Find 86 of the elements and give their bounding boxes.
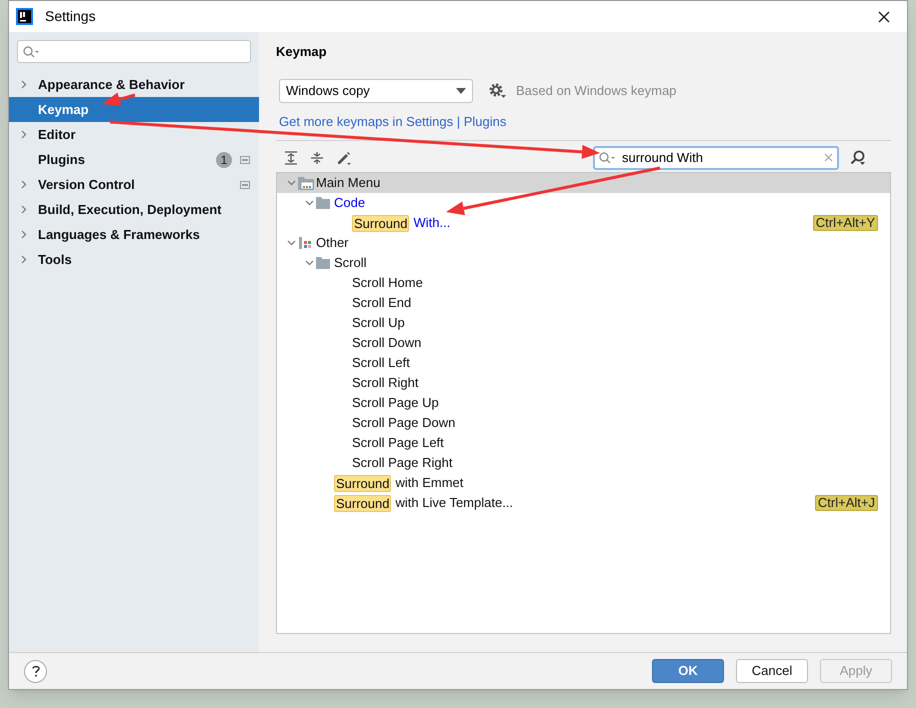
tree-row[interactable]: Scroll Home [277,273,890,293]
keymap-dropdown[interactable]: Windows copy [279,79,473,103]
sidebar-item[interactable]: Version Control [9,172,259,197]
tree-label: Scroll Page Left [352,434,444,452]
tree-row[interactable]: Code [277,193,890,213]
tree-row[interactable]: Scroll Page Right [277,453,890,473]
tree-label: Other [316,234,349,252]
chevron-down-icon[interactable] [304,260,314,266]
expand-all-icon[interactable] [284,150,298,164]
count-badge: 1 [216,152,232,168]
tree-row[interactable]: Scroll Page Up [277,393,890,413]
tree-label: with Live Template... [395,494,514,512]
caret-icon [456,88,466,94]
annotation-arrow [102,92,136,106]
tree-row[interactable]: Scroll End [277,293,890,313]
shortcut-badge: Ctrl+Alt+Y [812,215,878,231]
chevron-icon [20,130,26,139]
dialog-button[interactable]: Cancel [736,659,808,683]
tree-label: Scroll Page Down [352,414,456,432]
tree-row[interactable]: Scroll [277,253,890,273]
grid-icon [298,236,314,250]
app-icon [16,8,33,25]
folder-icon [316,257,330,269]
project-level-icon [240,156,250,164]
sidebar-item[interactable]: Editor [9,122,259,147]
tree-label: With... [413,214,450,232]
dialog-button[interactable]: OK [652,659,724,683]
tree-label: Main Menu [316,174,380,192]
chevron-icon [20,80,26,89]
chevron-icon [20,230,26,239]
project-level-icon [240,180,250,188]
sidebar-item[interactable]: Build, Execution, Deployment [9,197,259,222]
panel-title: Keymap [276,44,328,60]
shortcut-badge: Ctrl+Alt+J [814,495,878,511]
plugins-link[interactable]: Get more keymaps in Settings | Plugins [279,112,506,128]
find-shortcut-icon[interactable] [850,150,866,166]
tree-label: Scroll Page Right [352,454,452,472]
gear-icon[interactable] [489,83,506,99]
sidebar-item[interactable]: Tools [9,247,259,272]
collapse-all-icon[interactable] [310,150,324,164]
tree-label: Scroll End [352,294,412,312]
based-on-label: Based on Windows keymap [516,82,676,100]
question-icon [32,665,40,677]
pencil-icon[interactable] [336,150,352,166]
menu-folder-icon [298,176,314,190]
chevron-down-icon[interactable] [286,240,296,246]
help-button[interactable] [24,660,47,682]
search-field[interactable]: surround With [593,146,839,170]
sidebar-item[interactable]: Languages & Frameworks [9,222,259,247]
search-icon [599,152,616,164]
search-icon [23,46,39,58]
close-icon[interactable] [878,10,890,22]
tree-label: Scroll Down [352,334,422,352]
search-field[interactable] [17,40,251,63]
sidebar-item[interactable]: Plugins 1 [9,147,259,172]
search-match: Surround [352,214,410,232]
tree-label: Scroll Page Up [352,394,439,412]
search-match: Surround [334,494,392,512]
tree-row[interactable]: Scroll Down [277,333,890,353]
tree-row[interactable]: Scroll Right [277,373,890,393]
tree-label: Scroll Home [352,274,423,292]
tree-row[interactable]: Scroll Up [277,313,890,333]
tree-row[interactable]: Surround with Emmet [277,473,890,493]
folder-icon [316,197,330,209]
window-title: Settings [45,7,96,26]
search-match: Surround [334,474,392,492]
tree-row[interactable]: Surround With... Ctrl+Alt+Y [277,213,890,233]
chevron-icon [20,180,26,189]
tree-label: Scroll [334,254,367,272]
sidebar-item[interactable]: Appearance & Behavior [9,72,259,97]
chevron-icon [20,255,26,264]
chevron-icon [20,205,26,214]
chevron-down-icon[interactable] [304,200,314,206]
tree-row[interactable]: Scroll Page Left [277,433,890,453]
tree-row[interactable]: Scroll Left [277,353,890,373]
tree-label: Code [334,194,366,212]
tree-label: with Emmet [395,474,464,492]
tree-row[interactable]: Surround with Live Template... Ctrl+Alt+J [277,493,890,513]
tree-label: Scroll Right [352,374,418,392]
tree-label: Scroll Left [352,354,410,372]
chevron-down-icon[interactable] [286,180,296,186]
tree-row[interactable]: Main Menu [277,173,890,193]
sidebar-item[interactable]: Keymap [9,97,259,122]
tree-row[interactable]: Other [277,233,890,253]
tree-row[interactable]: Scroll Page Down [277,413,890,433]
tree-label: Scroll Up [352,314,405,332]
